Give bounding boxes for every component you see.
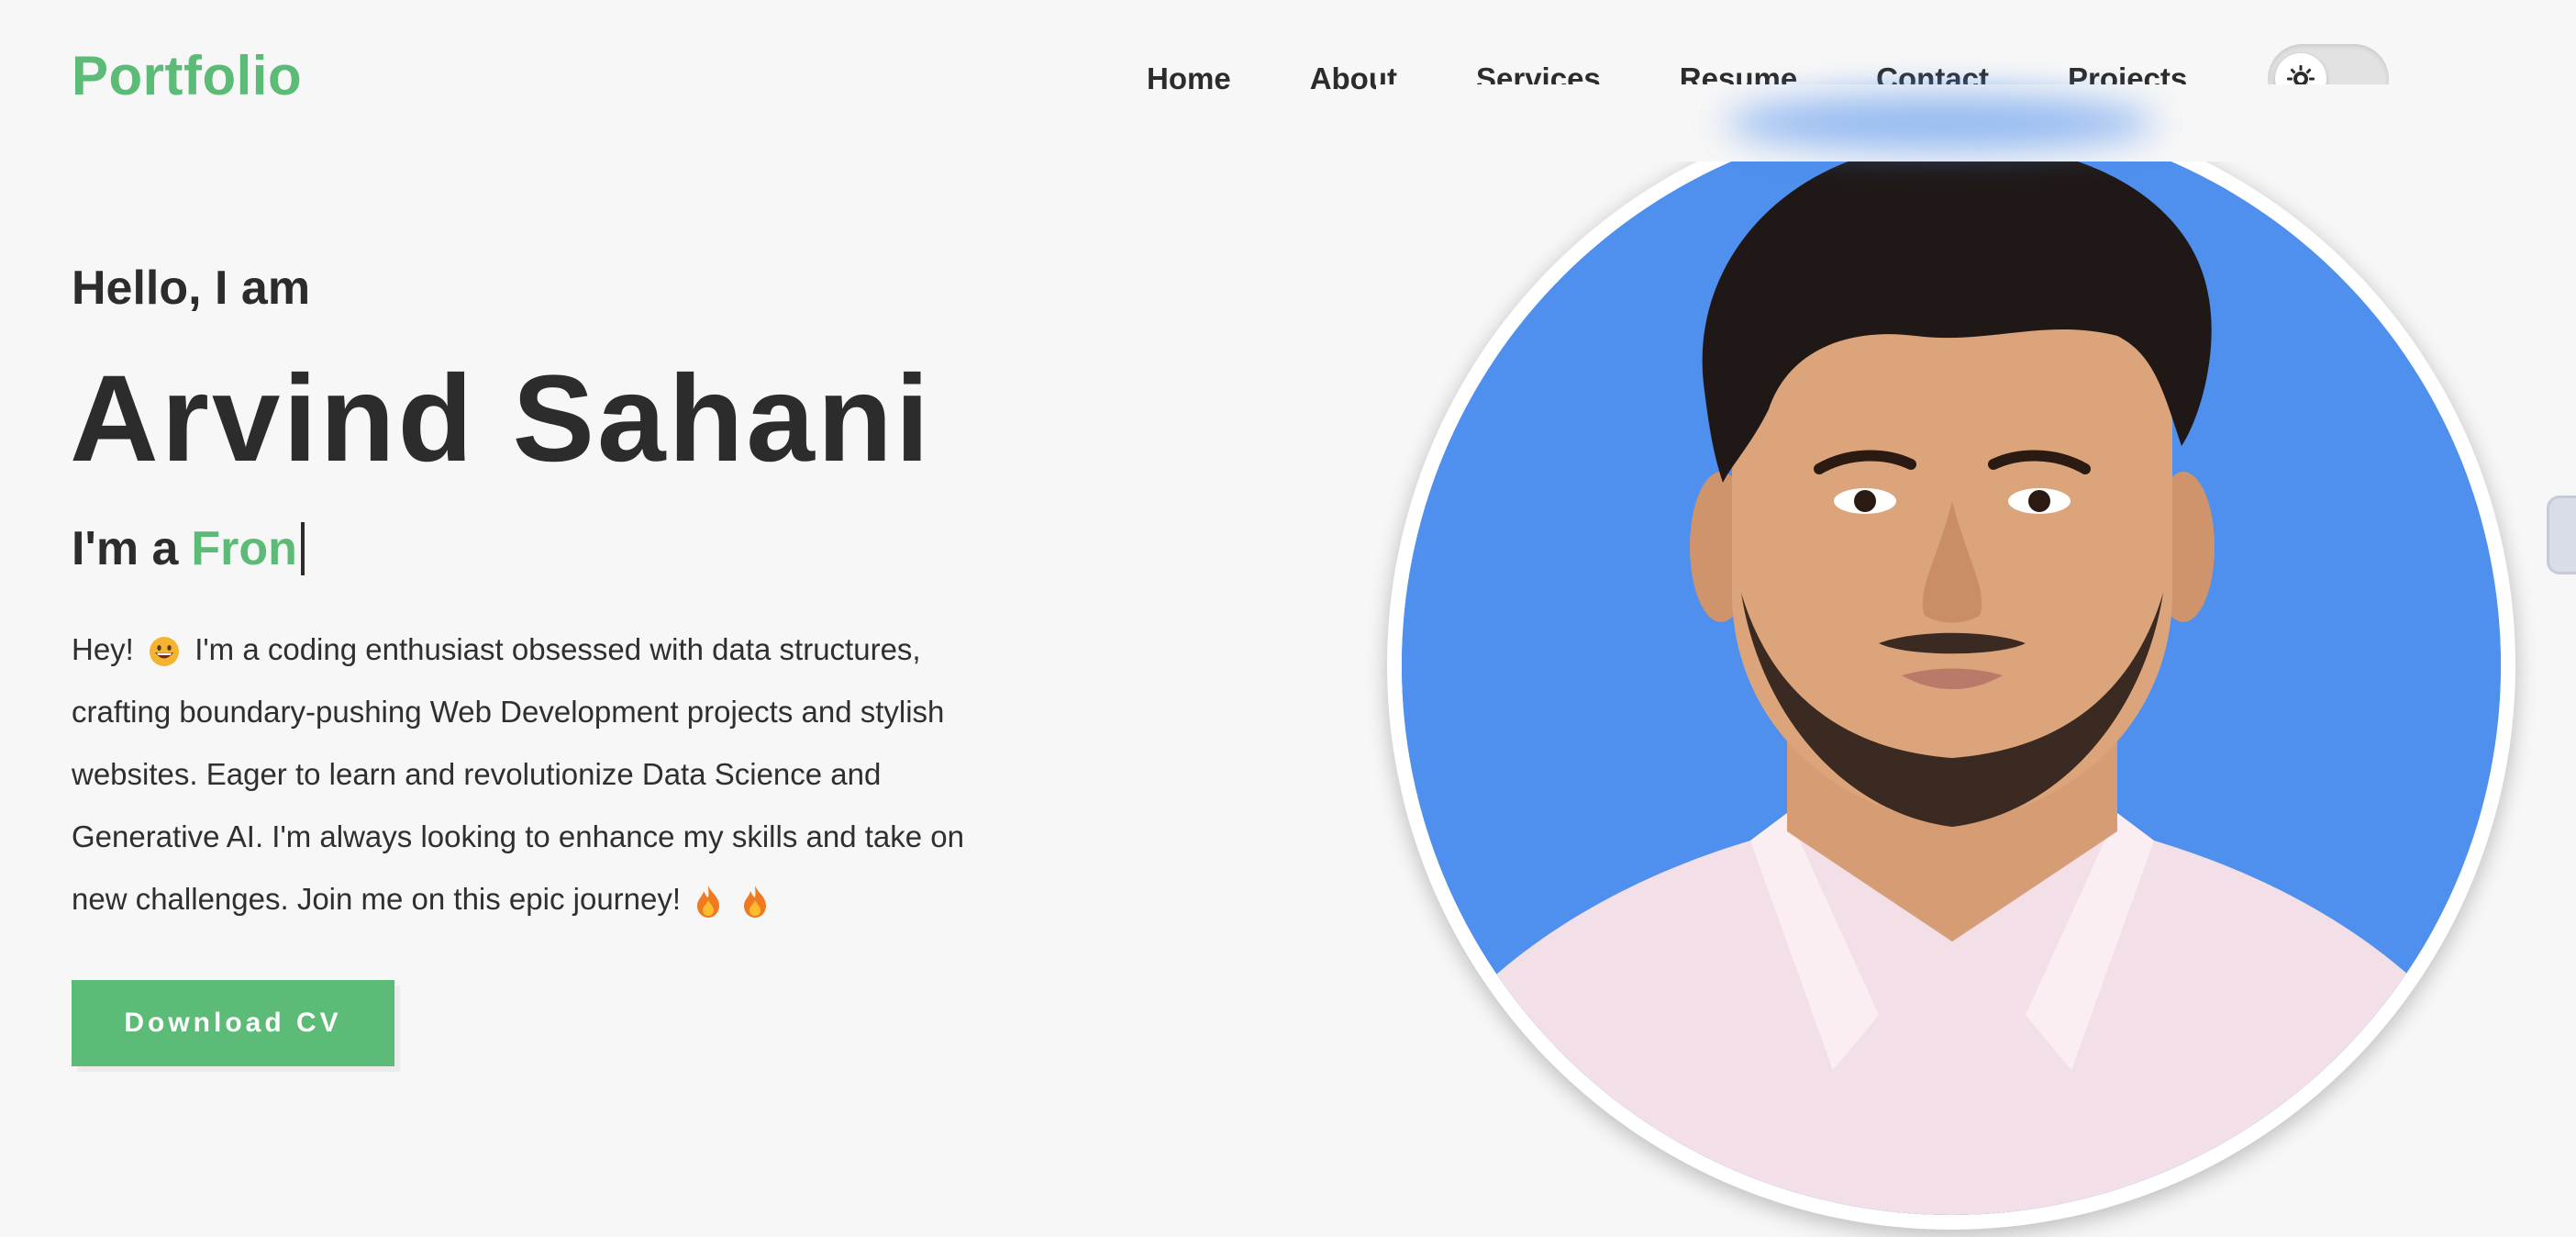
hero-greeting: Hello, I am — [72, 262, 311, 315]
nav-item-home[interactable]: Home — [1147, 61, 1231, 96]
hero-bio: Hey! I'm a coding enthusiast obsessed wi… — [72, 618, 1007, 931]
download-cv-button[interactable]: Download CV — [72, 980, 394, 1066]
side-scroll-tab[interactable] — [2547, 496, 2576, 574]
role-typed-text: Fron — [191, 522, 297, 575]
hero-name: Arvind Sahani — [70, 351, 932, 487]
person-portrait-icon — [1402, 116, 2501, 1215]
bio-text: I'm a coding enthusiast obsessed with da… — [72, 632, 964, 916]
fire-icon — [697, 886, 720, 919]
typing-caret — [300, 522, 305, 575]
fire-icon — [744, 886, 767, 919]
hero-role: I'm a Fron — [72, 521, 305, 576]
photo-glow-top — [1725, 95, 2156, 150]
grinning-face-icon — [150, 637, 180, 667]
site-logo[interactable]: Portfolio — [72, 44, 302, 107]
role-prefix: I'm a — [72, 522, 179, 575]
portfolio-page: Portfolio Home About Services Resume Con… — [0, 0, 2576, 1237]
profile-photo — [1402, 116, 2501, 1215]
bio-intro: Hey! — [72, 632, 134, 666]
